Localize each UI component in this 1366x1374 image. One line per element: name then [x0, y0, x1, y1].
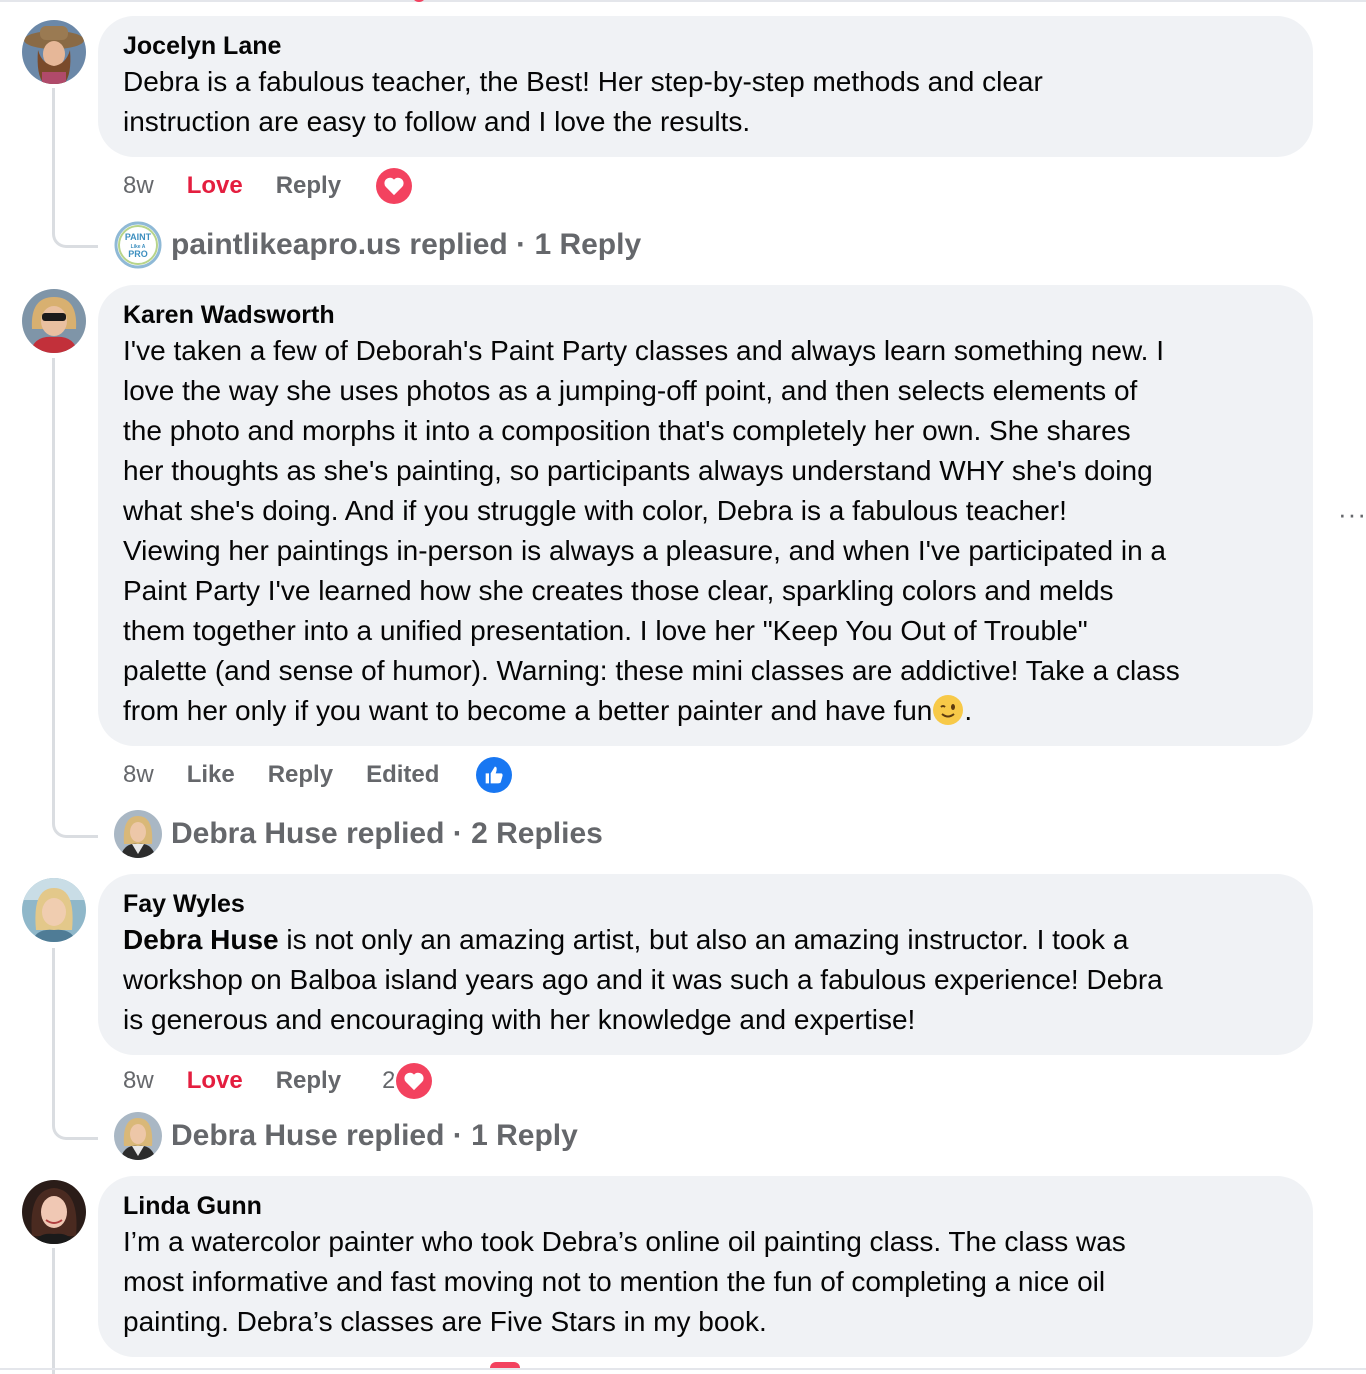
- comment-text: Debra Huse is not only an amazing artist…: [123, 920, 1289, 1040]
- reaction-summary[interactable]: [376, 168, 413, 204]
- avatar[interactable]: [22, 289, 86, 353]
- bottom-reaction-fragment: [490, 1362, 520, 1368]
- reply-count: 2 Replies: [471, 817, 603, 850]
- replied-by-label: Debra Huse replied: [171, 817, 445, 850]
- mention-link[interactable]: Debra Huse: [123, 924, 279, 955]
- comment-timestamp[interactable]: 8w: [123, 1067, 154, 1095]
- reply-button[interactable]: Reply: [268, 761, 333, 789]
- thread-line: [52, 358, 55, 816]
- thread-line: [52, 88, 55, 226]
- comment-actions: 8w Love Reply 2: [123, 1061, 433, 1101]
- debra-huse-avatar: [114, 1112, 162, 1160]
- separator: ·: [507, 228, 535, 261]
- winking-face-emoji: [932, 694, 964, 726]
- reaction-count: 2: [382, 1067, 396, 1094]
- comment-text-body: is not only an amazing artist, but also …: [123, 924, 1163, 1035]
- bottom-divider: [0, 1368, 1366, 1370]
- comment-author[interactable]: Fay Wyles: [123, 888, 1289, 920]
- logo-text: PRO: [128, 249, 148, 259]
- comment-author[interactable]: Linda Gunn: [123, 1190, 1289, 1222]
- comment-text-body: I've taken a few of Deborah's Paint Part…: [123, 335, 1180, 726]
- comment-bubble: Linda Gunn I’m a watercolor painter who …: [98, 1176, 1313, 1357]
- edited-label[interactable]: Edited: [366, 761, 439, 789]
- thread-line: [52, 948, 55, 1114]
- comment-text: Debra is a fabulous teacher, the Best! H…: [123, 66, 1043, 137]
- reply-button[interactable]: Reply: [276, 1067, 341, 1095]
- heart-icon: [376, 168, 413, 204]
- comment-bubble: Karen Wadsworth I've taken a few of Debo…: [98, 285, 1313, 746]
- comment-text: I’m a watercolor painter who took Debra’…: [123, 1226, 1126, 1337]
- reply-count: 1 Reply: [534, 228, 642, 261]
- thumbs-up-icon: [476, 757, 513, 793]
- comment-text-end: .: [964, 695, 973, 726]
- comment-author[interactable]: Karen Wadsworth: [123, 299, 1289, 331]
- comment-bubble: Jocelyn Lane Debra is a fabulous teacher…: [98, 16, 1313, 157]
- comment-timestamp[interactable]: 8w: [123, 172, 154, 200]
- comment-timestamp[interactable]: 8w: [123, 761, 154, 789]
- comment-author[interactable]: Jocelyn Lane: [123, 30, 1289, 62]
- comment-text: I've taken a few of Deborah's Paint Part…: [123, 331, 1289, 731]
- comment-actions: 8w Love Reply: [123, 166, 413, 206]
- love-button[interactable]: Love: [187, 172, 243, 200]
- view-replies-link[interactable]: Debra Huse replied · 2 Replies: [114, 809, 603, 859]
- avatar[interactable]: [22, 1180, 86, 1244]
- thread-connector: [52, 812, 98, 838]
- more-options-icon[interactable]: ···: [1338, 501, 1366, 527]
- view-replies-link[interactable]: PAINT Like A PRO paintlikeapro.us replie…: [114, 220, 641, 270]
- love-button[interactable]: Love: [187, 1067, 243, 1095]
- reaction-summary[interactable]: [476, 757, 513, 793]
- comment-actions: 8w Like Reply Edited: [123, 755, 513, 795]
- paintlikeapro-avatar: PAINT Like A PRO: [114, 221, 162, 269]
- heart-icon: [396, 1063, 433, 1099]
- replied-by-label: paintlikeapro.us replied: [171, 228, 508, 261]
- top-divider: [0, 0, 1366, 2]
- reaction-summary[interactable]: 2: [382, 1063, 433, 1099]
- comment-bubble: Fay Wyles Debra Huse is not only an amaz…: [98, 874, 1313, 1055]
- logo-text: PAINT: [125, 232, 152, 242]
- like-button[interactable]: Like: [187, 761, 235, 789]
- thread-line: [52, 1248, 55, 1374]
- separator: ·: [444, 817, 472, 850]
- view-replies-link[interactable]: Debra Huse replied · 1 Reply: [114, 1111, 578, 1161]
- thread-connector: [52, 1114, 98, 1140]
- avatar[interactable]: [22, 878, 86, 942]
- replied-by-label: Debra Huse replied: [171, 1119, 445, 1152]
- reply-button[interactable]: Reply: [276, 172, 341, 200]
- reply-count: 1 Reply: [471, 1119, 578, 1152]
- debra-huse-avatar: [114, 810, 162, 858]
- avatar[interactable]: [22, 20, 86, 84]
- thread-connector: [52, 222, 98, 248]
- separator: ·: [444, 1119, 472, 1152]
